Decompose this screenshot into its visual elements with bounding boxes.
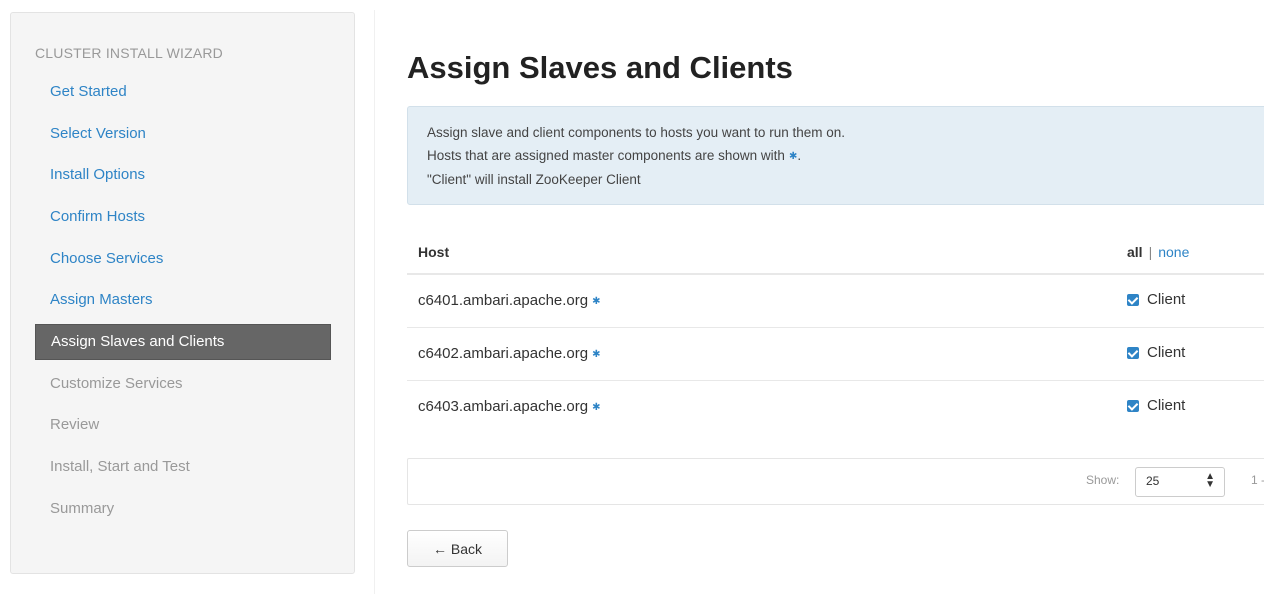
client-checkbox[interactable] xyxy=(1127,399,1139,412)
page: CLUSTER INSTALL WIZARD Get Started Selec… xyxy=(0,0,1264,594)
client-column-header: all | none xyxy=(1127,244,1189,260)
host-name: c6403.ambari.apache.org ✱ xyxy=(418,398,601,415)
client-label: Client xyxy=(1147,291,1186,308)
client-checkbox[interactable] xyxy=(1127,346,1139,359)
page-size-value: 25 xyxy=(1146,474,1160,488)
client-checkbox-cell[interactable]: Client xyxy=(1127,291,1185,308)
step-get-started[interactable]: Get Started xyxy=(35,71,331,113)
info-line-1: Assign slave and client components to ho… xyxy=(427,125,845,140)
table-pager: Show: 25 ▲ ▼ 1 - xyxy=(407,458,1264,505)
client-label: Client xyxy=(1147,344,1186,361)
client-checkbox-cell[interactable]: Client xyxy=(1127,344,1185,361)
master-component-icon: ✱ xyxy=(592,348,601,360)
select-arrows-icon: ▲ ▼ xyxy=(1205,471,1215,490)
wizard-steps: Get Started Select Version Install Optio… xyxy=(35,71,331,529)
step-summary: Summary xyxy=(50,499,115,517)
host-name-text: c6401.ambari.apache.org xyxy=(418,292,589,309)
master-component-icon: ✱ xyxy=(592,295,601,307)
info-line-2-text: Hosts that are assigned master component… xyxy=(427,148,785,163)
host-name: c6401.ambari.apache.org ✱ xyxy=(418,292,601,309)
step-customize-services: Customize Services xyxy=(50,374,183,392)
header-separator: | xyxy=(1148,244,1153,260)
host-assignment-table: Host all | none c6401.ambari.apache.org ✱ C… xyxy=(407,225,1264,434)
page-size-label: Show: xyxy=(1086,473,1120,487)
host-name-text: c6402.ambari.apache.org xyxy=(418,345,589,362)
step-assign-slaves-and-clients: Assign Slaves and Clients xyxy=(35,323,331,360)
step-select-version[interactable]: Select Version xyxy=(35,113,331,155)
table-header: Host all | none xyxy=(407,225,1264,275)
column-divider xyxy=(374,10,375,594)
client-label: Client xyxy=(1147,397,1186,414)
table-row: c6401.ambari.apache.org ✱ Client xyxy=(407,275,1264,328)
sidebar-header: CLUSTER INSTALL WIZARD xyxy=(35,45,223,61)
page-title: Assign Slaves and Clients xyxy=(407,50,793,85)
info-line-2-end: . xyxy=(797,148,802,163)
page-range: 1 - xyxy=(1251,473,1264,487)
info-line-2: Hosts that are assigned master component… xyxy=(427,144,1264,168)
select-all-link[interactable]: all xyxy=(1127,244,1143,260)
table-row: c6402.ambari.apache.org ✱ Client xyxy=(407,328,1264,381)
info-alert: Assign slave and client components to ho… xyxy=(407,106,1264,205)
host-column-header: Host xyxy=(418,244,450,260)
client-checkbox-cell[interactable]: Client xyxy=(1127,397,1185,414)
info-line-3: "Client" will install ZooKeeper Client xyxy=(427,171,641,187)
wizard-sidebar: CLUSTER INSTALL WIZARD Get Started Selec… xyxy=(10,12,355,574)
select-none-link[interactable]: none xyxy=(1158,244,1189,260)
back-button[interactable]: ← Back xyxy=(407,530,508,567)
table-row: c6403.ambari.apache.org ✱ Client xyxy=(407,381,1264,434)
host-name: c6402.ambari.apache.org ✱ xyxy=(418,345,601,362)
step-choose-services[interactable]: Choose Services xyxy=(35,237,331,279)
page-size-select[interactable]: 25 ▲ ▼ xyxy=(1135,467,1225,497)
client-checkbox[interactable] xyxy=(1127,293,1139,306)
master-component-icon: ✱ xyxy=(592,401,601,413)
step-review: Review xyxy=(50,416,100,434)
host-name-text: c6403.ambari.apache.org xyxy=(418,398,589,415)
step-confirm-hosts[interactable]: Confirm Hosts xyxy=(35,196,331,238)
step-install-options[interactable]: Install Options xyxy=(35,154,331,196)
step-assign-masters[interactable]: Assign Masters xyxy=(35,279,331,321)
step-install-start-test: Install, Start and Test xyxy=(50,458,190,476)
